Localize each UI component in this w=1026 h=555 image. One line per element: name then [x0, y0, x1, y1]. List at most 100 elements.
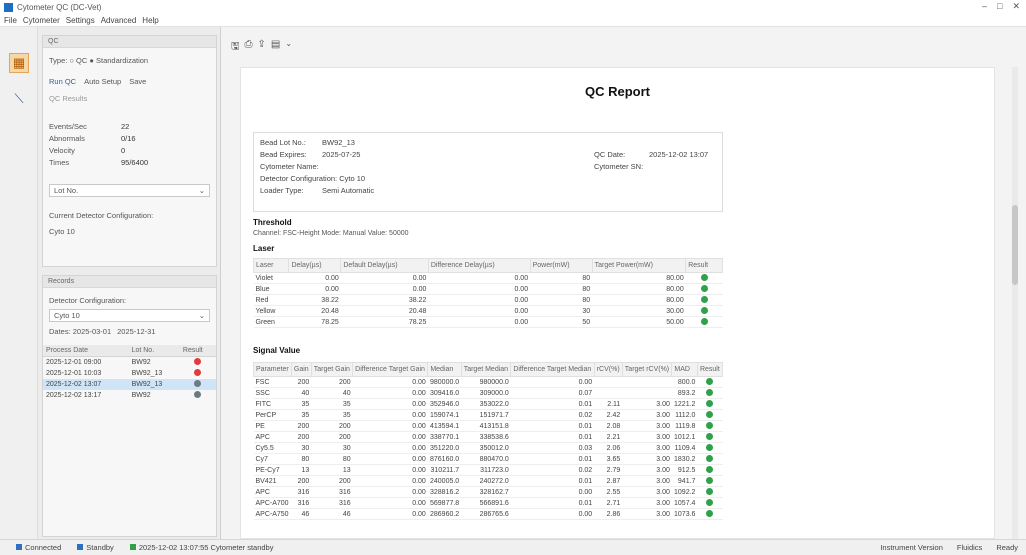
records-config-value: Cyto 10: [54, 311, 80, 320]
result-status-icon: [706, 498, 714, 506]
signal-cell: 0.00: [352, 376, 428, 388]
laser-col-header: Difference Delay(µs): [427, 258, 531, 273]
menu-file[interactable]: File: [4, 16, 17, 25]
signal-cell: 0.00: [352, 387, 428, 399]
status-fluidics: Fluidics: [956, 543, 983, 552]
laser-cell: 80: [530, 283, 593, 295]
records-col-date[interactable]: Process Date: [43, 345, 129, 357]
laser-cell: 80: [530, 294, 593, 306]
maximize-button[interactable]: □: [997, 1, 1002, 12]
menu-advanced[interactable]: Advanced: [101, 16, 137, 25]
signal-cell: 1221.2: [671, 398, 698, 410]
records-row[interactable]: 2025-12-01 10:03 BW92_13: [43, 368, 216, 379]
menu-cytometer[interactable]: Cytometer: [23, 16, 60, 25]
report-scrollbar[interactable]: [1012, 67, 1018, 539]
signal-cell: 352946.0: [427, 398, 462, 410]
laser-cell: 78.25: [340, 316, 429, 328]
signal-cell: 338770.1: [427, 431, 462, 443]
signal-cell: 1092.2: [671, 486, 698, 498]
signal-row: SSC 40 40 0.00 309416.0 309000.0 0.07 893.2: [253, 387, 723, 399]
bead-expiry-label: Bead Expires:: [260, 149, 307, 159]
signal-cell: 3.00: [622, 442, 672, 454]
laser-row: Yellow 20.48 20.48 0.00 30 30.00: [253, 305, 723, 317]
laser-cell: 0.00: [288, 272, 341, 284]
bead-lot-value: BW92_13: [322, 137, 355, 147]
signal-row: APC 200 200 0.00 338770.1 338538.6 0.01 2.21 3.0…: [253, 431, 723, 443]
laser-cell: 38.22: [288, 294, 341, 306]
chart-nav-icon[interactable]: ⟍: [9, 89, 29, 109]
main-area: 🖫 ⎙ ⇪ ▤ ⌄ QC Report Bead Lot No.: BW92_13…: [221, 27, 1026, 539]
signal-cell: 200: [291, 431, 312, 443]
signal-header-row: Parameter Gain Target Gain Difference Targe…: [253, 362, 724, 377]
records-col-lot[interactable]: Lot No.: [128, 345, 180, 357]
signal-cell: 413594.1: [427, 420, 462, 432]
signal-cell: 30: [311, 442, 353, 454]
signal-col-header: Difference Target Gain: [352, 362, 429, 377]
signal-cell: 0.07: [510, 387, 595, 399]
qc-results-label: QC Results: [49, 93, 88, 103]
record-lot: BW92: [131, 392, 151, 399]
auto-setup-button[interactable]: Auto Setup: [84, 77, 121, 86]
field-key: Times: [49, 157, 70, 167]
window-controls: – □ ✕: [982, 1, 1020, 12]
signal-cell: 40: [311, 387, 353, 399]
signal-cell: 0.02: [510, 409, 595, 421]
signal-cell: 0.00: [352, 420, 428, 432]
signal-cell: 0.00: [352, 431, 428, 443]
laser-cell: 20.48: [288, 305, 341, 317]
loader-type-label: Loader Type:: [260, 185, 304, 195]
records-col-result[interactable]: Result: [179, 345, 216, 357]
menu-settings[interactable]: Settings: [66, 16, 95, 25]
qc-nav-icon[interactable]: ▦: [9, 53, 29, 73]
signal-cell: 413151.8: [461, 420, 511, 432]
lot-number-combo[interactable]: Lot No. ⌄: [49, 184, 210, 197]
date-from-field[interactable]: Dates: 2025-03-01: [49, 327, 111, 336]
page-setup-icon[interactable]: ▤: [271, 39, 280, 56]
save-icon[interactable]: 🖫: [231, 39, 240, 56]
signal-cell: 3.00: [622, 464, 672, 476]
signal-cell: APC: [253, 486, 292, 498]
qc-date-value: 2025-12-02 13:07: [649, 149, 709, 159]
menu-help[interactable]: Help: [142, 16, 158, 25]
date-to-field[interactable]: 2025-12-31: [117, 327, 155, 336]
print-icon[interactable]: ⎙: [245, 39, 253, 56]
result-status-icon: [706, 476, 714, 484]
signal-cell: 800.0: [671, 376, 698, 388]
signal-cell: 0.01: [510, 420, 595, 432]
save-qc-button[interactable]: Save: [129, 77, 146, 86]
scrollbar-thumb[interactable]: [1012, 205, 1018, 285]
records-row[interactable]: 2025-12-02 13:17 BW92: [43, 390, 216, 401]
laser-row: Green 78.25 78.25 0.00 50 50.00: [253, 316, 723, 328]
info-row: Loader Type: Semi Automatic: [260, 184, 716, 196]
signal-row: FSC 200 200 0.00 980000.0 980000.0 0.00 800.0: [253, 376, 723, 388]
result-status-icon: [194, 391, 202, 398]
loader-type-value: Semi Automatic: [322, 185, 375, 195]
signal-cell: 1073.6: [671, 508, 698, 520]
result-status-icon: [706, 509, 714, 517]
records-config-combo[interactable]: Cyto 10 ⌄: [49, 309, 210, 322]
run-qc-button[interactable]: Run QC: [49, 77, 76, 86]
minimize-button[interactable]: –: [982, 1, 987, 12]
laser-cell: 0.00: [428, 316, 531, 328]
signal-result: [697, 376, 723, 388]
report-title: QC Report: [585, 84, 650, 99]
export-icon[interactable]: ⇪: [258, 39, 266, 56]
signal-cell: 3.00: [622, 475, 672, 487]
signal-cell: 1057.4: [671, 497, 698, 509]
record-result: [180, 357, 216, 369]
laser-row: Red 38.22 38.22 0.00 80 80.00: [253, 294, 723, 306]
close-button[interactable]: ✕: [1012, 1, 1020, 12]
records-section-title: Records: [43, 276, 216, 288]
qc-type-radio[interactable]: Type: ○ QC ● Standardization: [43, 52, 216, 68]
signal-row: APC-A750 46 46 0.00 286960.2 286765.6 0.00 2.86…: [253, 508, 723, 520]
chevron-down-icon[interactable]: ⌄: [285, 39, 292, 56]
signal-result: [697, 508, 723, 520]
records-row[interactable]: 2025-12-01 09:00 BW92: [43, 357, 216, 369]
signal-cell: [622, 376, 672, 388]
record-date: 2025-12-01 10:03: [46, 370, 102, 377]
status-message-text: 2025-12-02 13:07:55 Cytometer standby: [138, 543, 274, 552]
laser-cell: 20.48: [340, 305, 429, 317]
records-row[interactable]: 2025-12-02 13:07 BW92_13: [43, 379, 216, 390]
window-title: Cytometer QC (DC-Vet): [17, 2, 102, 12]
signal-row: PE 200 200 0.00 413594.1 413151.8 0.01 2.08 3.00…: [253, 420, 723, 432]
